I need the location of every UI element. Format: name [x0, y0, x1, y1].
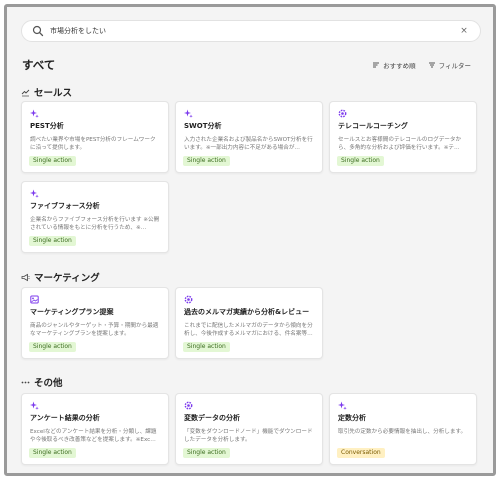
card-description: 商品のジャンルやターゲット・予算・期間から最適なマーケティングプランを提案します…	[30, 323, 159, 337]
card-newsletter-review[interactable]: 過去のメルマガ実績から分析&レビュー これまでに配信したメルマガのデータから傾向…	[175, 287, 323, 359]
card-pest-analysis[interactable]: PEST分析 調べたい業界や市場をPEST分析のフレームワークに沿って提供します…	[21, 101, 169, 173]
type-badge: Single action	[183, 448, 230, 458]
gear-sparkle-icon	[184, 401, 193, 410]
filter-button[interactable]: フィルター	[428, 60, 471, 70]
sparkle-icon	[30, 189, 39, 198]
card-title: 定数分析	[338, 414, 366, 422]
app-window: × すべて おすすめ順 フィルター セールス	[4, 4, 496, 476]
gear-sparkle-icon	[338, 109, 347, 118]
card-title: アンケート結果の分析	[30, 414, 100, 422]
card-variable-data-analysis[interactable]: 変数データの分析 「変数をダウンロードノード」機能でダウンロードしたデータを分析…	[175, 393, 323, 465]
type-badge: Conversation	[337, 448, 385, 458]
card-description: 企業名からファイブフォース分析を行います ※公開されている情報をもとに分析を行う…	[30, 217, 160, 231]
section-sales: セールス	[21, 85, 72, 99]
sparkle-icon	[30, 401, 39, 410]
sparkle-icon	[184, 109, 193, 118]
type-badge: Single action	[337, 156, 384, 166]
gear-sparkle-icon	[184, 295, 193, 304]
type-badge: Single action	[183, 156, 230, 166]
card-constant-analysis[interactable]: 定数分析 取引先の定数から必要情報を抽出し、分析します。 Conversatio…	[329, 393, 477, 465]
card-swot-analysis[interactable]: SWOT分析 入力された企業名および製品名からSWOT分析を行います。※一部出力…	[175, 101, 323, 173]
sort-button[interactable]: おすすめ順	[372, 60, 416, 70]
card-title: 変数データの分析	[184, 414, 240, 422]
page-title: すべて	[22, 58, 56, 72]
card-title: PEST分析	[30, 122, 64, 130]
card-description: 取引先の定数から必要情報を抽出し、分析します。	[338, 429, 467, 435]
type-badge: Single action	[29, 156, 76, 166]
search-input[interactable]	[50, 27, 458, 35]
type-badge: Single action	[183, 342, 230, 352]
card-description: 「変数をダウンロードノード」機能でダウンロードしたデータを分析します。	[184, 429, 313, 443]
sort-label: おすすめ順	[383, 62, 416, 70]
card-survey-analysis[interactable]: アンケート結果の分析 Excelなどのアンケート結果を分析・分類し、課題や今後取…	[21, 393, 169, 465]
sparkle-icon	[338, 401, 347, 410]
more-icon	[21, 381, 30, 383]
list-controls: おすすめ順 フィルター	[372, 60, 471, 70]
card-five-forces-analysis[interactable]: ファイブフォース分析 企業名からファイブフォース分析を行います ※公開されている…	[21, 181, 169, 253]
card-title: マーケティングプラン提案	[30, 308, 114, 316]
section-title: その他	[34, 378, 63, 389]
megaphone-icon	[21, 273, 30, 281]
search-bar[interactable]: ×	[21, 20, 481, 42]
card-description: これまでに配信したメルマガのデータから傾向を分析し、今後作成するメルマガにおける…	[184, 323, 313, 337]
card-marketing-plan[interactable]: マーケティングプラン提案 商品のジャンルやターゲット・予算・期間から最適なマーケ…	[21, 287, 169, 359]
type-badge: Single action	[29, 342, 76, 352]
section-other: その他	[21, 375, 63, 389]
card-title: ファイブフォース分析	[30, 202, 100, 210]
filter-icon	[428, 62, 435, 68]
type-badge: Single action	[29, 236, 76, 246]
card-title: SWOT分析	[184, 122, 222, 130]
section-title: セールス	[34, 88, 73, 99]
card-description: Excelなどのアンケート結果を分析・分類し、課題や今後取るべき改善策などを提案…	[30, 429, 157, 443]
card-telecall-coaching[interactable]: テレコールコーチング セールスとお客様間のテレコールのログデータから、多角的な分…	[329, 101, 477, 173]
search-icon	[32, 25, 44, 37]
sales-icon	[21, 89, 30, 96]
filter-label: フィルター	[438, 62, 471, 70]
type-badge: Single action	[29, 448, 76, 458]
clear-search-button[interactable]: ×	[458, 26, 470, 36]
image-icon	[30, 295, 39, 304]
sparkle-icon	[30, 109, 39, 118]
card-title: テレコールコーチング	[338, 122, 408, 130]
sort-icon	[373, 62, 380, 68]
card-title: 過去のメルマガ実績から分析&レビュー	[184, 308, 310, 316]
card-description: 入力された企業名および製品名からSWOT分析を行います。※一部出力内容に不足があ…	[184, 137, 313, 151]
card-description: セールスとお客様間のテレコールのログデータから、多角的な分析および評価を行います…	[338, 137, 462, 151]
section-title: マーケティング	[34, 273, 100, 284]
section-marketing: マーケティング	[21, 270, 100, 284]
card-description: 調べたい業界や市場をPEST分析のフレームワークに沿って提供します。	[30, 137, 156, 151]
